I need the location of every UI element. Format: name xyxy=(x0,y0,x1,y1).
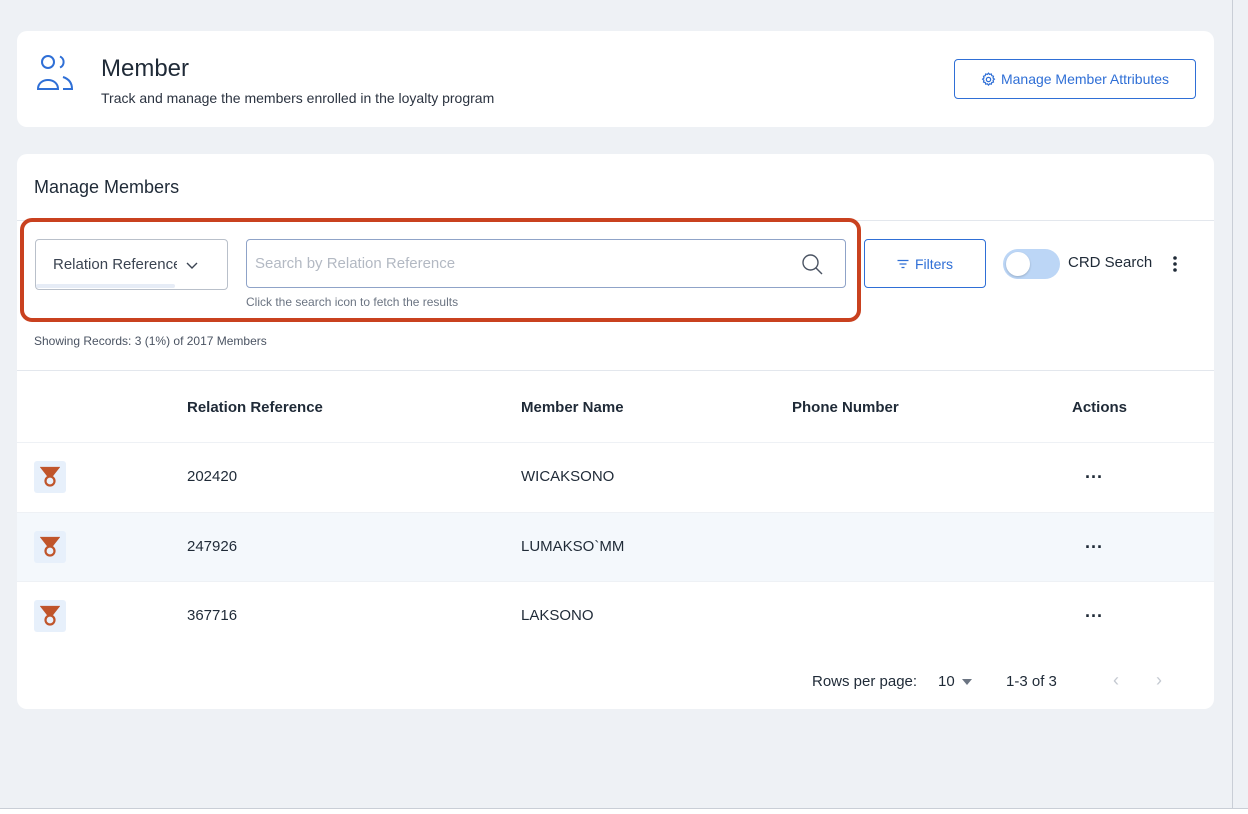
more-options-icon[interactable] xyxy=(1168,254,1182,274)
gear-icon xyxy=(981,71,996,86)
rows-per-page-value: 10 xyxy=(938,673,955,690)
filters-button[interactable]: Filters xyxy=(864,239,986,288)
caret-down-icon xyxy=(961,678,972,685)
member-badge xyxy=(34,600,66,632)
window-frame-right xyxy=(1232,0,1248,810)
column-header-phone-number[interactable]: Phone Number xyxy=(792,399,899,416)
member-header-card: Member Track and manage the members enro… xyxy=(17,31,1214,127)
manage-member-attributes-label: Manage Member Attributes xyxy=(1000,71,1170,87)
window-frame-bottom xyxy=(0,808,1248,814)
manage-member-attributes-button[interactable]: Manage Member Attributes xyxy=(954,59,1196,99)
filters-label: Filters xyxy=(914,255,954,272)
column-header-relation-reference[interactable]: Relation Reference xyxy=(187,399,323,416)
cell-relation-reference: 367716 xyxy=(187,607,238,624)
column-header-actions: Actions xyxy=(1072,399,1128,416)
cell-relation-reference: 247926 xyxy=(187,538,238,555)
filter-icon xyxy=(897,259,909,268)
table-row[interactable]: 367716 LAKSONO ... xyxy=(17,581,1214,650)
cell-relation-reference: 202420 xyxy=(187,468,238,485)
row-actions-menu[interactable]: ... xyxy=(1085,533,1103,551)
medal-icon xyxy=(40,466,60,487)
medal-icon xyxy=(40,605,60,626)
highlight-annotation-box xyxy=(20,218,861,322)
table-row[interactable]: 202420 WICAKSONO ... xyxy=(17,442,1214,511)
cell-member-name: LAKSONO xyxy=(521,607,594,624)
page-subtitle: Track and manage the members enrolled in… xyxy=(101,90,495,106)
divider xyxy=(17,370,1214,371)
previous-page-button[interactable]: ‹ xyxy=(1113,670,1119,691)
manage-members-card: Manage Members Relation Reference Click … xyxy=(17,154,1214,709)
cell-member-name: LUMAKSO`MM xyxy=(521,538,625,555)
members-icon xyxy=(36,55,74,90)
crd-search-toggle[interactable] xyxy=(1003,249,1060,279)
records-count: Showing Records: 3 (1%) of 2017 Members xyxy=(34,334,267,348)
next-page-button[interactable]: › xyxy=(1156,670,1162,691)
row-actions-menu[interactable]: ... xyxy=(1085,463,1103,481)
medal-icon xyxy=(40,536,60,557)
pagination-range: 1-3 of 3 xyxy=(1006,673,1057,690)
page-title: Member xyxy=(101,55,190,82)
rows-per-page-label: Rows per page: xyxy=(812,673,918,690)
cell-member-name: WICAKSONO xyxy=(521,468,615,485)
crd-search-label: CRD Search xyxy=(1068,254,1153,271)
row-actions-menu[interactable]: ... xyxy=(1085,602,1103,620)
rows-per-page-select[interactable]: 10 xyxy=(938,673,972,690)
section-title: Manage Members xyxy=(34,177,180,197)
toggle-knob xyxy=(1006,252,1030,276)
column-header-member-name[interactable]: Member Name xyxy=(521,399,624,416)
member-badge xyxy=(34,461,66,493)
member-badge xyxy=(34,531,66,563)
table-row[interactable]: 247926 LUMAKSO`MM ... xyxy=(17,512,1214,581)
